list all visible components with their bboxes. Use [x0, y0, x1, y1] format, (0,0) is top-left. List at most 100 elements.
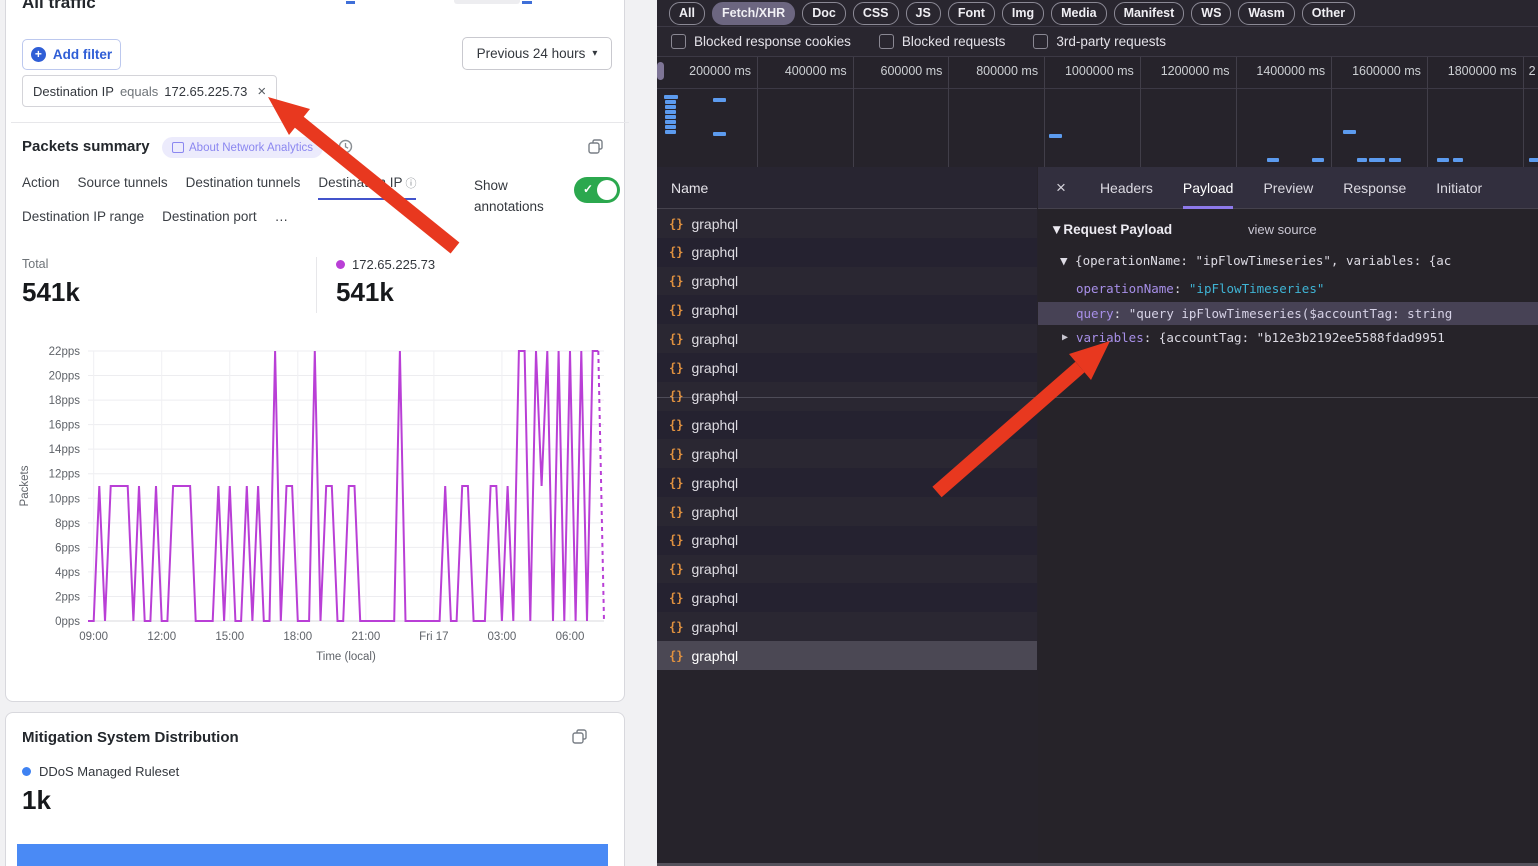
payload-row-content: variables: {accountTag: "b12e3b2192ee558…: [1076, 326, 1445, 349]
detail-tab-response[interactable]: Response: [1343, 167, 1406, 209]
request-timing-mark: [1343, 130, 1356, 134]
request-list: Name {}graphql{}graphql{}graphql{}graphq…: [657, 167, 1039, 866]
json-braces-icon: {}: [669, 418, 683, 432]
page-title: All traffic: [22, 0, 96, 13]
svg-text:2pps: 2pps: [55, 591, 80, 603]
request-name: graphql: [691, 446, 738, 462]
payload-row-content: query: "query ipFlowTimeseries($accountT…: [1076, 302, 1452, 325]
request-row[interactable]: {}graphql: [657, 411, 1037, 440]
filter-pill-media[interactable]: Media: [1051, 2, 1106, 25]
request-timing-mark: [665, 105, 676, 109]
timeline-label: 1800000 ms: [1427, 64, 1517, 78]
svg-text:09:00: 09:00: [79, 631, 108, 643]
more-tabs-button[interactable]: …: [275, 209, 289, 231]
tab-destination-tunnels[interactable]: Destination tunnels: [186, 175, 301, 197]
filter-pill-all[interactable]: All: [669, 2, 705, 25]
payload-preview-line[interactable]: ▼ {operationName: "ipFlowTimeseries", va…: [1060, 253, 1538, 268]
tab-destination-port[interactable]: Destination port: [162, 209, 257, 231]
request-row[interactable]: {}graphql: [657, 583, 1037, 612]
cutoff-pill-fragment: [454, 0, 520, 4]
tab-destination-ip[interactable]: Destination IPⓘ: [318, 175, 416, 200]
detail-tab-payload[interactable]: Payload: [1183, 167, 1234, 209]
request-name: graphql: [691, 590, 738, 606]
svg-text:Packets: Packets: [19, 465, 31, 506]
request-type-filter-bar: All Fetch/XHR Doc CSS JS Font Img Media Manifest…: [657, 0, 1538, 27]
payload-row-variables[interactable]: ▶ variables: {accountTag: "b12e3b2192ee55…: [1038, 326, 1538, 349]
request-row[interactable]: {}graphql: [657, 295, 1037, 324]
filter-operator: equals: [120, 84, 158, 99]
request-row[interactable]: {}graphql: [657, 641, 1037, 670]
close-icon[interactable]: ×: [257, 83, 266, 100]
payload-punct: :: [1174, 281, 1189, 296]
json-braces-icon: {}: [669, 332, 683, 346]
request-row[interactable]: {}graphql: [657, 555, 1037, 584]
svg-text:12:00: 12:00: [147, 631, 176, 643]
filter-pill-doc[interactable]: Doc: [802, 2, 846, 25]
checkbox-box[interactable]: [879, 34, 894, 49]
timeline-label: 600000 ms: [852, 64, 942, 78]
request-timing-mark: [665, 125, 676, 129]
filter-pill-img[interactable]: Img: [1002, 2, 1044, 25]
request-row[interactable]: {}graphql: [657, 353, 1037, 382]
request-row[interactable]: {}graphql: [657, 324, 1037, 353]
json-braces-icon: {}: [669, 476, 683, 490]
time-range-dropdown[interactable]: Previous 24 hours ▾: [462, 37, 612, 70]
checkbox-blocked-requests[interactable]: Blocked requests: [879, 34, 1006, 49]
tab-source-tunnels[interactable]: Source tunnels: [78, 175, 168, 197]
payload-row-query: query: "query ipFlowTimeseries($accountT…: [1038, 302, 1538, 325]
filter-pill-manifest[interactable]: Manifest: [1114, 2, 1185, 25]
request-timing-mark: [1529, 158, 1538, 162]
filter-pill-css[interactable]: CSS: [853, 2, 899, 25]
timeline-label: 1600000 ms: [1331, 64, 1421, 78]
filter-pill-js[interactable]: JS: [906, 2, 941, 25]
request-timing-mark: [1453, 158, 1463, 162]
request-row[interactable]: {}graphql: [657, 267, 1037, 296]
view-source-link[interactable]: view source: [1248, 222, 1317, 237]
mitigation-bar: [17, 844, 608, 866]
network-timeline[interactable]: 200000 ms400000 ms600000 ms800000 ms1000…: [657, 57, 1538, 168]
request-row[interactable]: {}graphql: [657, 526, 1037, 555]
filter-chip[interactable]: Destination IP equals 172.65.225.73 ×: [22, 75, 277, 107]
show-annotations-toggle[interactable]: ✓: [574, 177, 620, 203]
json-braces-icon: {}: [669, 562, 683, 576]
filter-pill-fetch-xhr[interactable]: Fetch/XHR: [712, 2, 795, 25]
request-row[interactable]: {} graphql: [657, 439, 1037, 468]
request-row[interactable]: {}graphql: [657, 238, 1037, 267]
request-timing-mark: [664, 95, 678, 99]
divider: [316, 257, 317, 313]
filter-pill-font[interactable]: Font: [948, 2, 995, 25]
filter-pill-other[interactable]: Other: [1302, 2, 1355, 25]
add-filter-button[interactable]: + Add filter: [22, 39, 121, 70]
json-braces-icon: {}: [669, 217, 683, 231]
svg-text:16pps: 16pps: [49, 420, 81, 432]
name-column-header[interactable]: Name: [657, 167, 1037, 209]
request-row[interactable]: {}graphql: [657, 497, 1037, 526]
request-row[interactable]: {}graphql: [657, 209, 1037, 238]
tab-action[interactable]: Action: [22, 175, 60, 197]
detail-tab-preview[interactable]: Preview: [1263, 167, 1313, 209]
tri-right-icon[interactable]: ▶: [1062, 326, 1068, 349]
checkbox-blocked-response-cookies[interactable]: Blocked response cookies: [671, 34, 851, 49]
divider: [657, 397, 1538, 398]
checkbox-box[interactable]: [1033, 34, 1048, 49]
checkbox-box[interactable]: [671, 34, 686, 49]
mitigation-title: Mitigation System Distribution: [22, 729, 239, 746]
filter-pill-ws[interactable]: WS: [1191, 2, 1231, 25]
clock-icon[interactable]: [338, 139, 353, 154]
expand-icon[interactable]: [588, 139, 602, 153]
request-payload-section-title[interactable]: ▼Request Payload: [1050, 222, 1172, 237]
request-row[interactable]: {}graphql: [657, 612, 1037, 641]
svg-text:4pps: 4pps: [55, 567, 80, 579]
checkbox-3rd-party-requests[interactable]: 3rd-party requests: [1033, 34, 1166, 49]
expand-icon[interactable]: [572, 729, 586, 743]
detail-tab-headers[interactable]: Headers: [1100, 167, 1153, 209]
close-icon[interactable]: ×: [1056, 178, 1066, 198]
detail-tab-initiator[interactable]: Initiator: [1436, 167, 1482, 209]
request-row[interactable]: {}graphql: [657, 468, 1037, 497]
filter-pill-wasm[interactable]: Wasm: [1238, 2, 1294, 25]
tab-destination-ip-range[interactable]: Destination IP range: [22, 209, 144, 231]
svg-text:Time (local): Time (local): [316, 651, 376, 663]
json-braces-icon: {}: [669, 447, 683, 461]
about-network-analytics-badge[interactable]: About Network Analytics: [162, 137, 323, 158]
svg-text:8pps: 8pps: [55, 518, 80, 530]
